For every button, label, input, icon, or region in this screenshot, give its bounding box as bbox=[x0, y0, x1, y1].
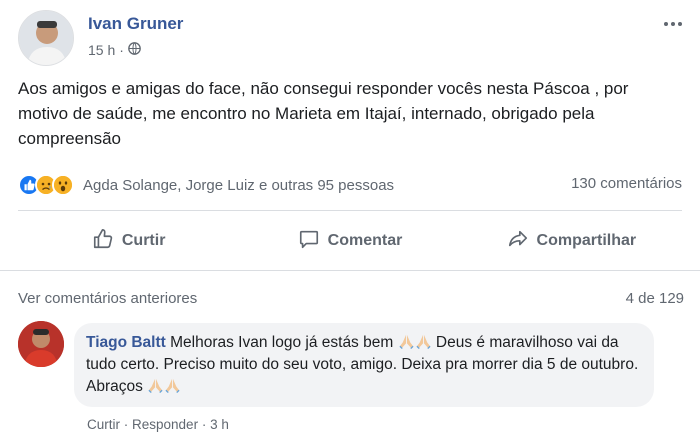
reaction-icons[interactable] bbox=[18, 174, 74, 196]
praying-hands-icon bbox=[398, 333, 415, 350]
praying-hands-icon bbox=[147, 377, 164, 394]
separator-dot: · bbox=[201, 417, 211, 432]
comment-count[interactable]: 130 comentários bbox=[571, 175, 682, 192]
commenter-avatar[interactable] bbox=[18, 321, 64, 367]
commenter-name[interactable]: Tiago Baltt bbox=[86, 334, 166, 351]
divider bbox=[18, 210, 682, 211]
share-button[interactable]: Compartilhar bbox=[461, 218, 682, 264]
comment-text: Melhoras Ivan logo já estás bem bbox=[170, 334, 394, 351]
comment-bubble-icon bbox=[298, 228, 320, 255]
comments-section: Ver comentários anteriores 4 de 129 Tiag… bbox=[0, 271, 700, 437]
view-previous-comments-link[interactable]: Ver comentários anteriores bbox=[18, 290, 197, 307]
post-text: Aos amigos e amigas do face, não consegu… bbox=[18, 79, 629, 148]
author-name[interactable]: Ivan Gruner bbox=[88, 14, 183, 34]
comment-time[interactable]: 3 h bbox=[210, 417, 229, 432]
thumbs-up-icon bbox=[92, 228, 114, 255]
comment-button[interactable]: Comentar bbox=[239, 218, 460, 264]
separator-dot: · bbox=[123, 417, 133, 432]
share-arrow-icon bbox=[507, 228, 529, 255]
share-label: Compartilhar bbox=[536, 232, 637, 249]
post-header: Ivan Gruner 15 h · bbox=[18, 10, 682, 66]
comment-bubble: Tiago Baltt Melhoras Ivan logo já estás … bbox=[74, 323, 654, 407]
praying-hands-icon bbox=[415, 333, 432, 350]
comment-label: Comentar bbox=[327, 232, 403, 249]
reactions-bar: Agda Solange, Jorge Luiz e outras 95 pes… bbox=[18, 172, 682, 198]
globe-icon[interactable] bbox=[128, 42, 141, 58]
wow-reaction-icon bbox=[52, 174, 74, 196]
comment-reply-link[interactable]: Responder bbox=[132, 417, 198, 432]
like-button[interactable]: Curtir bbox=[18, 218, 239, 264]
reaction-names[interactable]: Agda Solange, Jorge Luiz e outras 95 pes… bbox=[83, 177, 394, 194]
action-bar: Curtir Comentar Compartilhar bbox=[18, 218, 682, 264]
like-label: Curtir bbox=[121, 232, 166, 249]
post-meta: 15 h · bbox=[88, 42, 141, 58]
comments-pager: 4 de 129 bbox=[625, 290, 684, 307]
comment-meta: Curtir · Responder · 3 h bbox=[87, 417, 229, 432]
separator-dot: · bbox=[119, 42, 124, 58]
author-avatar[interactable] bbox=[18, 10, 74, 66]
praying-hands-icon bbox=[164, 377, 181, 394]
post-card: Ivan Gruner 15 h · Aos amigos e amigas d… bbox=[0, 0, 700, 437]
more-options-icon[interactable] bbox=[658, 14, 688, 34]
post-time[interactable]: 15 h bbox=[88, 42, 115, 58]
comment-like-link[interactable]: Curtir bbox=[87, 417, 120, 432]
